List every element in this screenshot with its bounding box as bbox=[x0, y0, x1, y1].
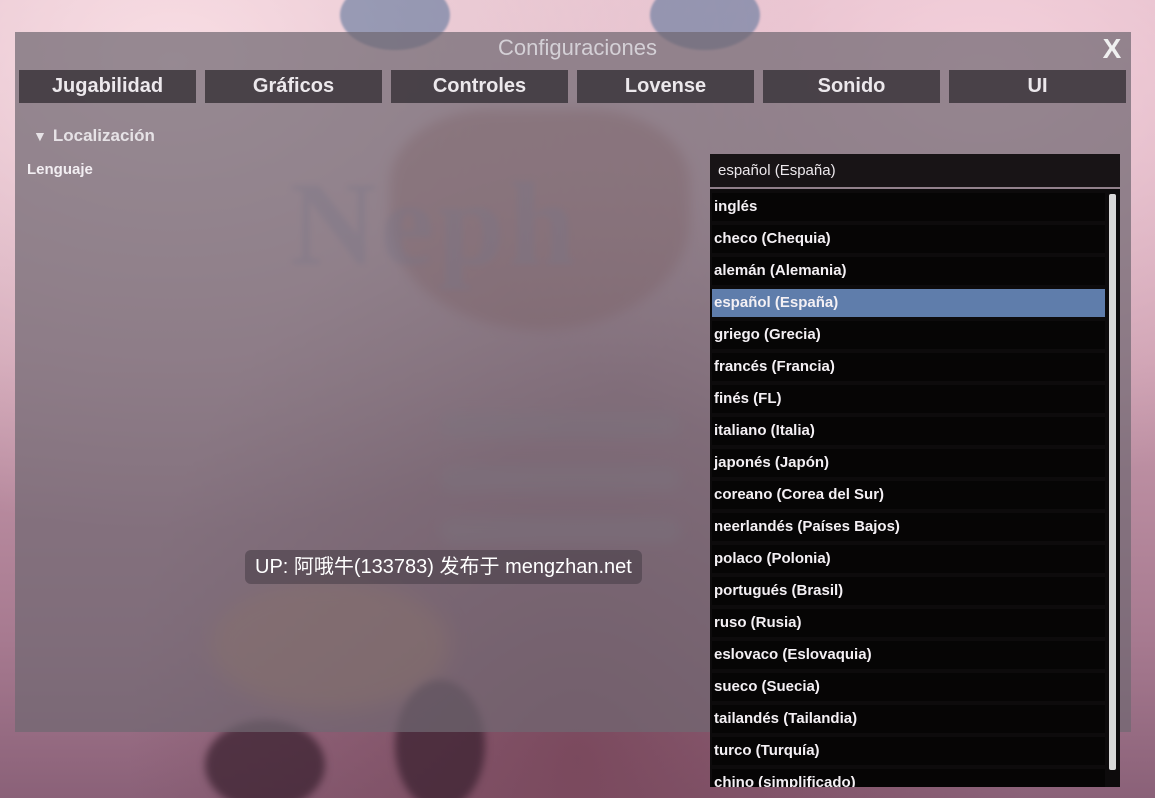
language-option[interactable]: japonés (Japón) bbox=[712, 449, 1105, 477]
tab-lovense[interactable]: Lovense bbox=[577, 70, 754, 103]
language-option[interactable]: finés (FL) bbox=[712, 385, 1105, 413]
tab-ui[interactable]: UI bbox=[949, 70, 1126, 103]
language-option[interactable]: turco (Turquía) bbox=[712, 737, 1105, 765]
tab-graphics[interactable]: Gráficos bbox=[205, 70, 382, 103]
language-option[interactable]: tailandés (Tailandia) bbox=[712, 705, 1105, 733]
language-option[interactable]: checo (Chequia) bbox=[712, 225, 1105, 253]
language-dropdown[interactable]: español (España) bbox=[710, 154, 1120, 187]
language-option[interactable]: inglés bbox=[712, 193, 1105, 221]
scrollbar-thumb[interactable] bbox=[1109, 194, 1116, 770]
language-option-selected[interactable]: español (España) bbox=[712, 289, 1105, 317]
language-option[interactable]: chino (simplificado) bbox=[712, 769, 1105, 787]
language-option[interactable]: coreano (Corea del Sur) bbox=[712, 481, 1105, 509]
language-option[interactable]: eslovaco (Eslovaquia) bbox=[712, 641, 1105, 669]
game-screen: Neph Configuraciones X Jugabilidad Gráfi… bbox=[0, 0, 1155, 798]
watermark-text: UP: 阿哦牛(133783) 发布于 mengzhan.net bbox=[245, 550, 642, 584]
language-option[interactable]: griego (Grecia) bbox=[712, 321, 1105, 349]
language-label: Lenguaje bbox=[27, 161, 93, 178]
language-option[interactable]: polaco (Polonia) bbox=[712, 545, 1105, 573]
language-option[interactable]: alemán (Alemania) bbox=[712, 257, 1105, 285]
language-option[interactable]: portugués (Brasil) bbox=[712, 577, 1105, 605]
language-option[interactable]: sueco (Suecia) bbox=[712, 673, 1105, 701]
section-title: Localización bbox=[52, 126, 155, 145]
close-button[interactable]: X bbox=[1098, 35, 1126, 63]
window-title: Configuraciones bbox=[498, 35, 657, 60]
tab-sound[interactable]: Sonido bbox=[763, 70, 940, 103]
section-header-localization[interactable]: ▼ Localización bbox=[33, 124, 155, 148]
language-option[interactable]: italiano (Italia) bbox=[712, 417, 1105, 445]
language-option[interactable]: ruso (Rusia) bbox=[712, 609, 1105, 637]
language-option[interactable]: francés (Francia) bbox=[712, 353, 1105, 381]
collapse-triangle-icon: ▼ bbox=[33, 128, 47, 144]
language-options-list: inglés checo (Chequia) alemán (Alemania) es… bbox=[710, 189, 1120, 787]
language-option[interactable]: neerlandés (Países Bajos) bbox=[712, 513, 1105, 541]
tab-gameplay[interactable]: Jugabilidad bbox=[19, 70, 196, 103]
tab-controls[interactable]: Controles bbox=[391, 70, 568, 103]
